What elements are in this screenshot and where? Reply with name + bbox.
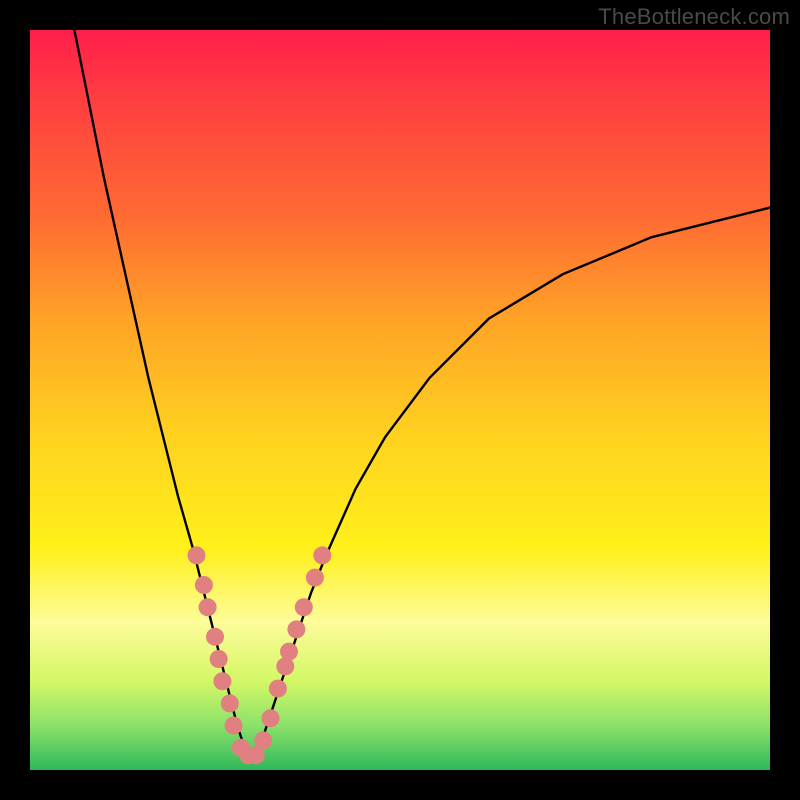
watermark-text: TheBottleneck.com — [598, 4, 790, 30]
marker-dot — [206, 628, 224, 646]
marker-dot — [313, 546, 331, 564]
bottleneck-curve — [74, 30, 770, 755]
marker-dot — [262, 709, 280, 727]
marker-dot — [254, 731, 272, 749]
marker-dot — [188, 546, 206, 564]
marker-dot — [269, 680, 287, 698]
marker-dot — [195, 576, 213, 594]
marker-dot — [306, 569, 324, 587]
marker-dot — [280, 643, 298, 661]
marker-dot — [199, 598, 217, 616]
marker-dot — [225, 717, 243, 735]
marker-dots — [188, 546, 332, 764]
chart-svg — [30, 30, 770, 770]
marker-dot — [221, 694, 239, 712]
marker-dot — [287, 620, 305, 638]
marker-dot — [295, 598, 313, 616]
marker-dot — [210, 650, 228, 668]
chart-plot-area — [30, 30, 770, 770]
marker-dot — [213, 672, 231, 690]
